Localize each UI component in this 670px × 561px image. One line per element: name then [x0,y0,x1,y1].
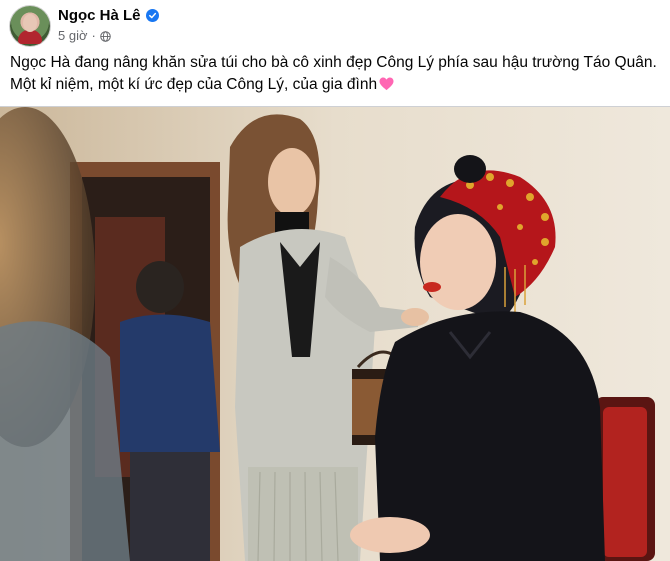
caption-line-2: Một kỉ niệm, một kí ức đẹp của Công Lý, … [10,74,660,96]
post-meta: 5 giờ · [58,28,111,43]
verified-badge-icon [145,9,159,22]
meta-separator: · [91,28,96,43]
post-header: Ngọc Hà Lê 5 giờ · [10,6,660,50]
globe-icon [100,30,111,42]
pink-heart-icon [379,76,394,91]
author-avatar[interactable] [10,6,50,46]
post-time[interactable]: 5 giờ [58,28,88,43]
caption-line-2-text: Một kỉ niệm, một kí ức đẹp của Công Lý, … [10,76,378,93]
author-name[interactable]: Ngọc Hà Lê [58,7,141,24]
post-photo[interactable] [0,107,670,561]
post-caption: Ngọc Hà đang nâng khăn sửa túi cho bà cô… [10,52,660,96]
caption-line-1: Ngọc Hà đang nâng khăn sửa túi cho bà cô… [10,54,657,71]
author-name-row: Ngọc Hà Lê [58,7,159,24]
facebook-post: Ngọc Hà Lê 5 giờ · Ngọc Hà đang nâng khă… [0,0,670,561]
